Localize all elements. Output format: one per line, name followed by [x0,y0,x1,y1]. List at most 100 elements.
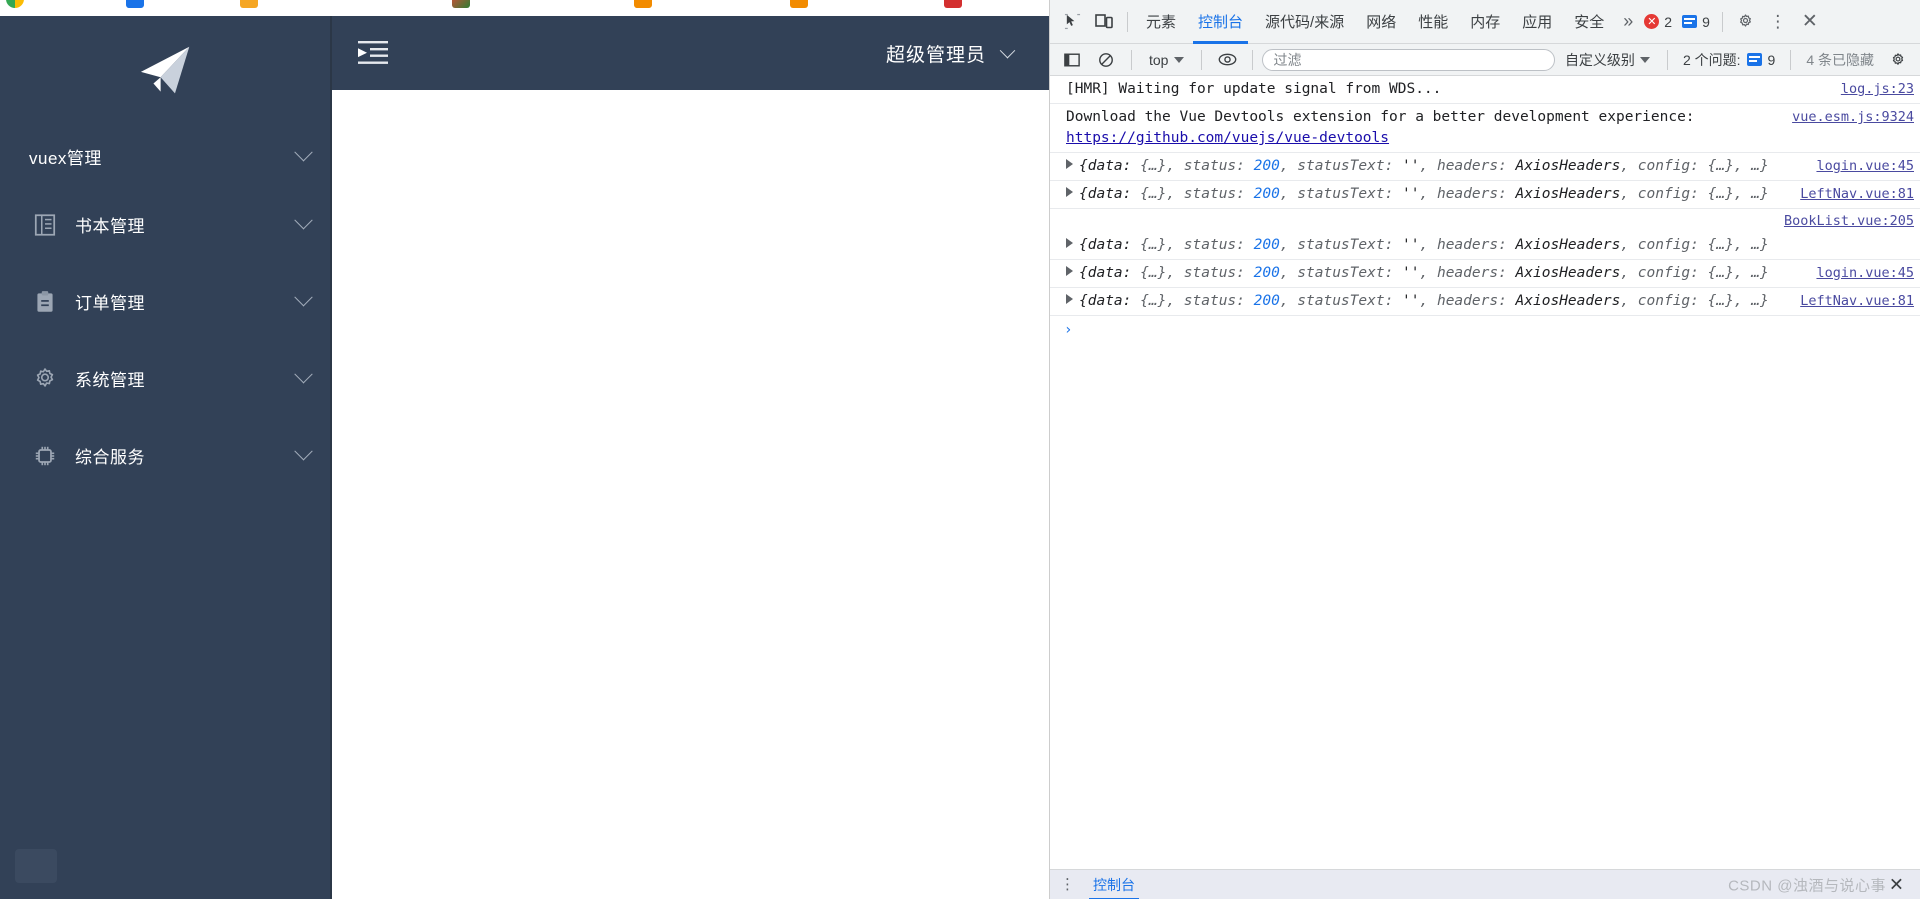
live-expression-icon[interactable] [1211,45,1243,75]
console-row-object[interactable]: {data: {…}, status: 200, statusText: '',… [1050,260,1920,288]
tab-elements[interactable]: 元素 [1135,0,1187,44]
obj-status-value: 200 [1253,292,1280,309]
drawer-more-options-icon[interactable]: ⋮ [1060,877,1075,892]
filter-input[interactable] [1262,48,1555,71]
chevron-down-icon [294,288,313,307]
favicon-7[interactable] [944,0,962,8]
obj-statustext-value: '' [1402,236,1420,253]
sidebar-item-orders[interactable]: 订单管理 [0,263,332,340]
more-options-icon[interactable]: ⋮ [1762,7,1794,37]
obj-headers-key: , headers: [1419,264,1516,281]
tab-memory[interactable]: 内存 [1459,0,1511,44]
tab-label: 源代码/来源 [1265,14,1345,31]
inspect-element-icon[interactable] [1056,7,1088,37]
favicon-1[interactable] [6,0,24,8]
error-count-badge[interactable]: ✕ 2 [1639,14,1677,30]
console-prompt[interactable]: › [1050,316,1920,344]
topbar: 超级管理员 [332,16,1049,90]
log-source-link[interactable]: LeftNav.vue:81 [1800,184,1914,205]
sidebar-item-system[interactable]: 系统管理 [0,340,332,417]
tab-application[interactable]: 应用 [1511,0,1563,44]
gear-icon [36,367,54,387]
console-row-hmr[interactable]: [HMR] Waiting for update signal from WDS… [1050,76,1920,105]
favicon-4[interactable] [452,0,470,8]
obj-prefix: {data: [1079,236,1141,253]
collapse-menu-icon[interactable] [358,40,388,66]
console-row-object[interactable]: {data: {…}, status: 200, statusText: '',… [1050,232,1920,260]
sidebar-root-vuex[interactable]: vuex管理 [0,126,332,186]
console-row-source-only[interactable]: BookList.vue:205 [1050,209,1920,232]
message-icon [1682,15,1698,28]
expand-triangle-icon[interactable] [1066,293,1073,304]
favicon-5[interactable] [634,0,652,8]
context-selector[interactable]: top [1141,52,1192,68]
obj-status-value: 200 [1253,264,1280,281]
expand-triangle-icon[interactable] [1066,187,1073,198]
obj-status-key: , status: [1166,292,1254,309]
log-source-link[interactable]: LeftNav.vue:81 [1800,291,1914,312]
log-object-preview: {data: {…}, status: 200, statusText: '',… [1066,291,1790,312]
obj-statustext-value: '' [1402,186,1420,203]
devtools-panel: 元素 控制台 源代码/来源 网络 性能 内存 应用 安全 » ✕ 2 9 ⋮ ✕… [1049,0,1920,899]
favicon-2[interactable] [126,0,144,8]
log-level-selector[interactable]: 自定义级别 [1557,50,1658,70]
device-toolbar-icon[interactable] [1088,7,1120,37]
toolbar-separator-3 [1131,49,1132,70]
obj-data-value: {…} [1140,236,1167,253]
close-icon[interactable]: ✕ [1794,7,1826,37]
user-menu[interactable]: 超级管理员 [886,40,1016,67]
chevron-down-icon [294,142,313,161]
favicon-3[interactable] [240,0,258,8]
sidebar-item-books[interactable]: 书本管理 [0,186,332,263]
obj-data-value: {…} [1140,264,1167,281]
tab-security[interactable]: 安全 [1563,0,1615,44]
console-log-list[interactable]: [HMR] Waiting for update signal from WDS… [1050,76,1920,869]
obj-headers-value: AxiosHeaders [1515,236,1621,253]
obj-headers-value: AxiosHeaders [1515,186,1621,203]
log-source-link[interactable]: BookList.vue:205 [1784,211,1914,232]
log-object-preview: {data: {…}, status: 200, statusText: '',… [1066,156,1806,177]
toolbar-separator-5 [1252,49,1254,70]
drawer-tab-console[interactable]: 控制台 [1089,870,1139,899]
chevron-down-icon [1639,56,1650,63]
log-source-link[interactable]: log.js:23 [1841,79,1914,100]
tab-console[interactable]: 控制台 [1187,0,1254,44]
console-sidebar-icon[interactable] [1056,45,1088,75]
favicon-6[interactable] [790,0,808,8]
obj-data-value: {…} [1140,186,1167,203]
expand-triangle-icon[interactable] [1066,159,1073,170]
obj-config-key: , config: [1620,264,1708,281]
log-object-preview: {data: {…}, status: 200, statusText: '',… [1066,235,1914,256]
obj-status-key: , status: [1166,264,1254,281]
log-message-link[interactable]: https://github.com/vuejs/vue-devtools [1066,130,1389,146]
web-application: vuex管理 书本管理 订单管理 系统管理 综合服务 超级管理员 [0,16,1049,899]
console-row-object[interactable]: {data: {…}, status: 200, statusText: '',… [1050,153,1920,182]
chevron-down-icon [294,442,313,461]
gear-icon[interactable] [1730,7,1762,37]
console-row-object[interactable]: {data: {…}, status: 200, statusText: '',… [1050,288,1920,316]
clear-console-icon[interactable] [1090,45,1122,75]
log-source-link[interactable]: login.vue:45 [1816,263,1914,284]
expand-triangle-icon[interactable] [1066,237,1073,248]
message-count-badge[interactable]: 9 [1677,14,1715,30]
obj-config-value: {…} [1707,186,1734,203]
obj-suffix: , …} [1733,292,1769,309]
obj-headers-key: , headers: [1419,158,1516,175]
more-tabs-icon[interactable]: » [1615,11,1639,32]
tab-sources[interactable]: 源代码/来源 [1254,0,1355,44]
content-area: 超级管理员 [332,16,1049,899]
issues-indicator[interactable]: 2 个问题: 9 [1677,50,1781,70]
log-source-link[interactable]: vue.esm.js:9324 [1792,107,1914,128]
tab-network[interactable]: 网络 [1355,0,1407,44]
expand-triangle-icon[interactable] [1066,265,1073,276]
tab-performance[interactable]: 性能 [1407,0,1459,44]
console-settings-gear-icon[interactable] [1882,45,1914,75]
sidebar-item-services[interactable]: 综合服务 [0,417,332,494]
console-row-vue-devtools[interactable]: Download the Vue Devtools extension for … [1050,104,1920,154]
obj-config-key: , config: [1620,186,1708,203]
tab-label: 内存 [1470,14,1501,31]
console-row-object[interactable]: {data: {…}, status: 200, statusText: '',… [1050,181,1920,210]
hidden-messages-label: 4 条已隐藏 [1806,51,1874,68]
log-source-link[interactable]: login.vue:45 [1816,156,1914,177]
sidebar-root-label: vuex管理 [29,148,102,168]
